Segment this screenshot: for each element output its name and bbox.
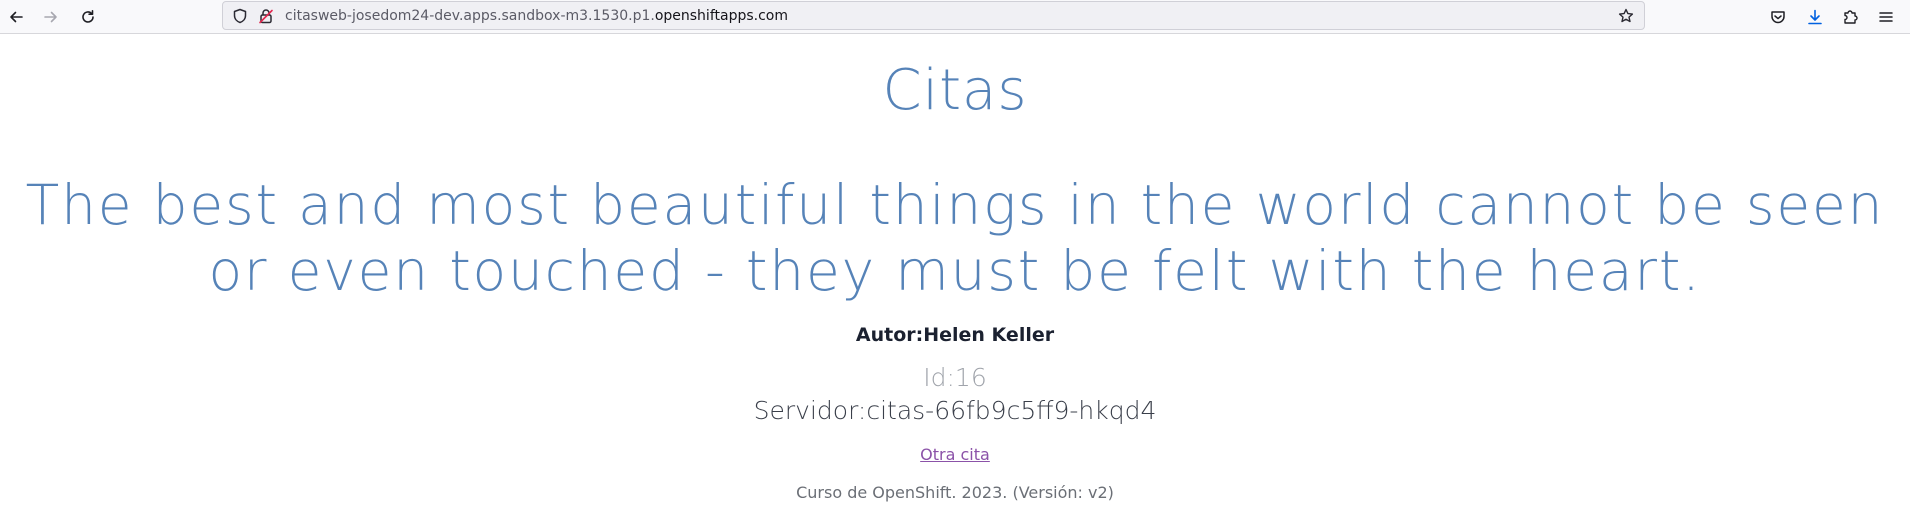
insecure-lock-icon[interactable] — [257, 7, 275, 25]
url-host: openshiftapps.com — [654, 8, 788, 24]
quote-text: The best and most beautiful things in th… — [25, 173, 1885, 303]
url-text[interactable]: citasweb-josedom24-dev.apps.sandbox-m3.1… — [285, 7, 788, 25]
quote-id: Id:16 — [923, 363, 987, 392]
page-footer: Curso de OpenShift. 2023. (Versión: v2) — [796, 483, 1114, 502]
address-bar[interactable]: citasweb-josedom24-dev.apps.sandbox-m3.1… — [222, 1, 1645, 30]
puzzle-icon — [1844, 10, 1858, 24]
forward-arrow-icon — [44, 11, 57, 23]
pocket-icon — [1771, 11, 1785, 24]
server-name: Servidor:citas-66fb9c5ff9-hkqd4 — [753, 396, 1157, 425]
shield-icon[interactable] — [231, 7, 249, 25]
browser-toolbar: citasweb-josedom24-dev.apps.sandbox-m3.1… — [0, 0, 1910, 34]
extensions-button[interactable] — [1837, 4, 1863, 30]
pocket-button[interactable] — [1765, 4, 1791, 30]
url-prefix: citasweb-josedom24-dev.apps.sandbox-m3.1… — [285, 8, 655, 24]
quote-author: Autor:Helen Keller — [855, 324, 1055, 346]
forward-button[interactable] — [38, 4, 64, 30]
link-container: Otra cita — [0, 445, 1910, 465]
page-title: Citas — [882, 58, 1028, 123]
reload-button[interactable] — [75, 4, 101, 30]
bookmark-star-icon[interactable] — [1617, 7, 1635, 25]
hamburger-menu-icon — [1879, 12, 1893, 22]
page-content: Citas The best and most beautiful things… — [0, 34, 1910, 530]
back-button[interactable] — [3, 4, 29, 30]
other-quote-link[interactable]: Otra cita — [920, 445, 990, 464]
back-arrow-icon — [10, 11, 23, 23]
downloads-button[interactable] — [1802, 4, 1828, 30]
download-icon — [1808, 9, 1822, 25]
reload-icon — [82, 10, 94, 23]
menu-button[interactable] — [1873, 4, 1899, 30]
